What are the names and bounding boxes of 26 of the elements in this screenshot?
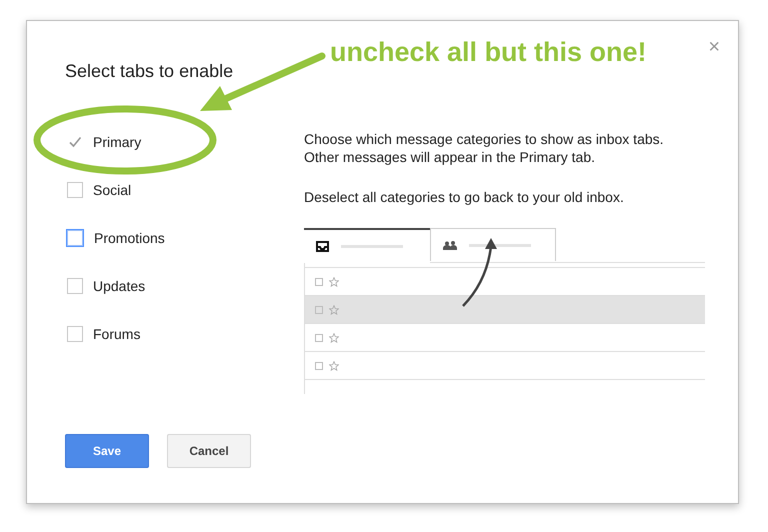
checkbox-label: Updates — [93, 278, 146, 294]
people-icon — [443, 240, 457, 250]
checkbox[interactable] — [67, 326, 83, 342]
checkbox-icon — [315, 334, 323, 342]
checkbox-icon — [315, 306, 323, 314]
checkbox[interactable] — [67, 182, 83, 198]
close-button[interactable]: × — [708, 37, 720, 57]
description-text: Choose which message categories to show as inbox tabs. Other messages will appear in the Primary tab. — [304, 130, 665, 166]
annotation-text: uncheck all but this one! — [330, 37, 647, 68]
checkbox-label: Social — [93, 182, 132, 198]
star-icon — [329, 332, 339, 342]
checkbox-label: Primary — [93, 134, 142, 150]
checkbox-label: Forums — [93, 326, 140, 342]
checkbox-icon — [315, 362, 323, 370]
description-text: Deselect all categories to go back to your old inbox. — [304, 188, 625, 206]
inbox-icon — [316, 241, 329, 252]
checkbox[interactable] — [67, 278, 83, 294]
curved-arrow — [462, 238, 497, 307]
star-icon — [329, 276, 339, 286]
checkbox-label: Promotions — [94, 230, 165, 246]
star-icon — [329, 304, 339, 314]
dialog-title: Select tabs to enable — [65, 60, 234, 82]
cancel-button[interactable]: Cancel — [167, 434, 251, 468]
star-icon — [329, 360, 339, 370]
checkbox-icon — [315, 278, 323, 286]
save-button[interactable]: Save — [65, 434, 149, 468]
